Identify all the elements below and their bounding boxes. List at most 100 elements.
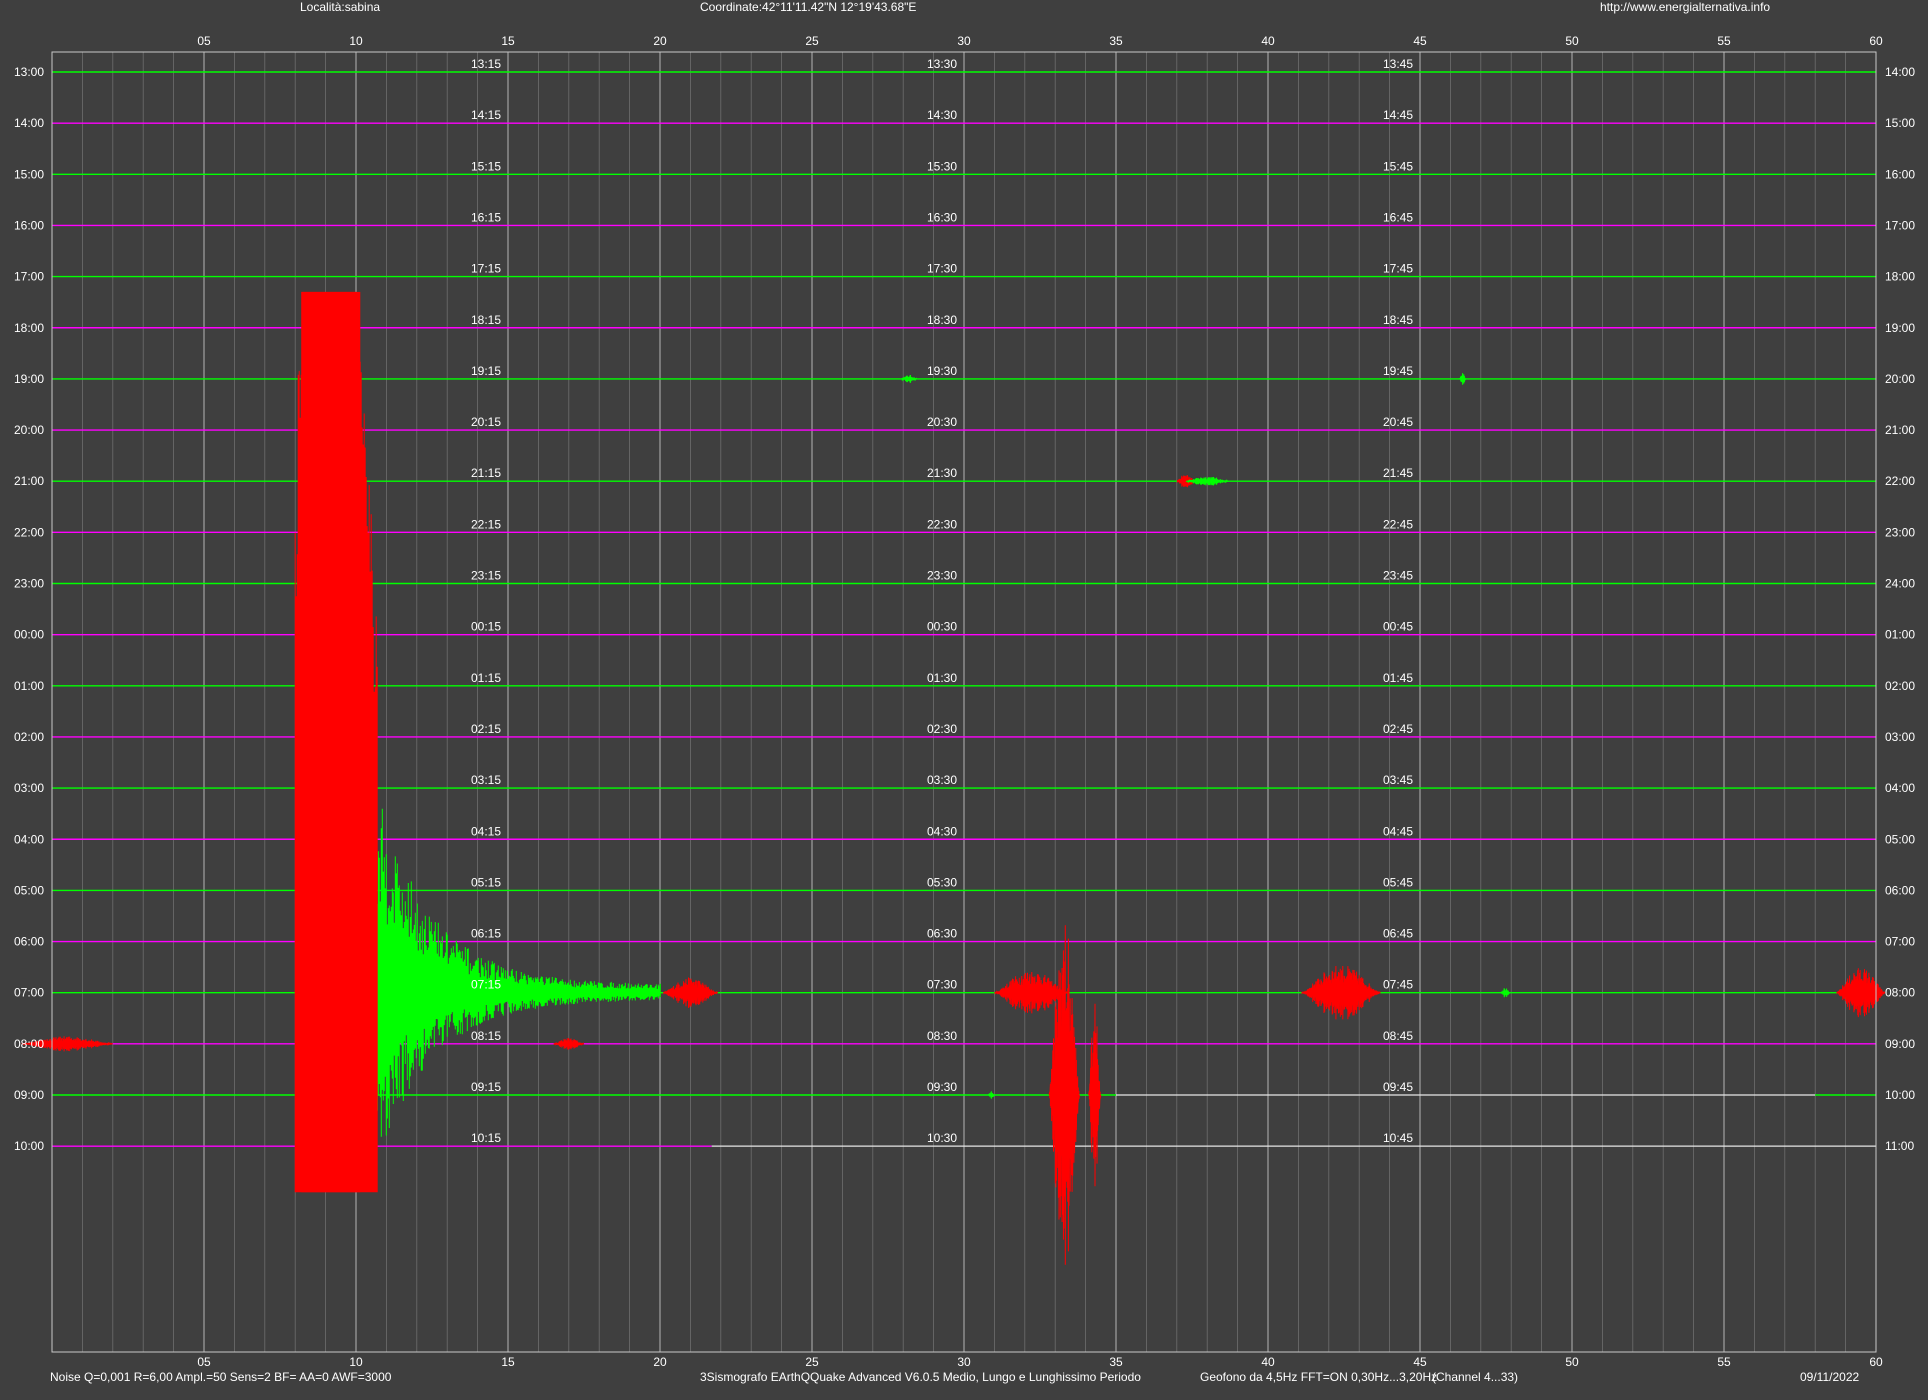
- x-tick-label-top: 40: [1261, 34, 1275, 48]
- quarter-label: 18:45: [1383, 313, 1413, 327]
- quarter-label: 22:45: [1383, 517, 1413, 531]
- x-tick-label-top: 10: [349, 34, 363, 48]
- quarter-label: 21:45: [1383, 466, 1413, 480]
- hour-label-right: 06:00: [1885, 883, 1915, 897]
- x-tick-label-bottom: 60: [1869, 1355, 1883, 1369]
- settings-label: Noise Q=0,001 R=6,00 Ampl.=50 Sens=2 BF=…: [50, 1370, 392, 1384]
- x-tick-label-top: 45: [1413, 34, 1427, 48]
- hour-label-left: 00:00: [14, 628, 44, 642]
- x-tick-label-bottom: 05: [197, 1355, 211, 1369]
- quarter-label: 15:15: [471, 159, 501, 173]
- quarter-label: 08:15: [471, 1029, 501, 1043]
- x-tick-label-top: 20: [653, 34, 667, 48]
- sensor-label: Geofono da 4,5Hz FFT=ON 0,30Hz...3,20Hz: [1200, 1370, 1437, 1384]
- quarter-label: 09:30: [927, 1080, 957, 1094]
- quarter-label: 00:15: [471, 620, 501, 634]
- hour-label-right: 19:00: [1885, 321, 1915, 335]
- x-tick-label-bottom: 55: [1717, 1355, 1731, 1369]
- quarter-label: 03:30: [927, 773, 957, 787]
- hour-label-right: 08:00: [1885, 986, 1915, 1000]
- date-label: 09/11/2022: [1800, 1370, 1859, 1384]
- quarter-label: 20:30: [927, 415, 957, 429]
- quarter-label: 13:30: [927, 57, 957, 71]
- quarter-label: 14:45: [1383, 108, 1413, 122]
- quarter-label: 15:30: [927, 159, 957, 173]
- hour-label-right: 01:00: [1885, 628, 1915, 642]
- hour-label-right: 20:00: [1885, 372, 1915, 386]
- quarter-label: 19:45: [1383, 364, 1413, 378]
- quarter-label: 13:45: [1383, 57, 1413, 71]
- x-tick-label-top: 05: [197, 34, 211, 48]
- quarter-label: 05:15: [471, 875, 501, 889]
- hour-label-left: 10:00: [14, 1139, 44, 1153]
- x-tick-label-bottom: 40: [1261, 1355, 1275, 1369]
- quarter-label: 13:15: [471, 57, 501, 71]
- x-tick-label-top: 50: [1565, 34, 1579, 48]
- quarter-label: 09:15: [471, 1080, 501, 1094]
- quarter-label: 22:30: [927, 517, 957, 531]
- hour-label-left: 21:00: [14, 474, 44, 488]
- hour-label-left: 22:00: [14, 525, 44, 539]
- quarter-label: 10:15: [471, 1131, 501, 1145]
- quarter-label: 18:30: [927, 313, 957, 327]
- quarter-label: 03:15: [471, 773, 501, 787]
- hour-label-right: 23:00: [1885, 525, 1915, 539]
- hour-label-right: 05:00: [1885, 832, 1915, 846]
- hour-label-left: 09:00: [14, 1088, 44, 1102]
- quarter-label: 02:30: [927, 722, 957, 736]
- quarter-label: 09:45: [1383, 1080, 1413, 1094]
- software-label: 3Sismografo EArthQQuake Advanced V6.0.5 …: [700, 1370, 1141, 1384]
- hour-label-left: 06:00: [14, 935, 44, 949]
- quarter-label: 10:30: [927, 1131, 957, 1145]
- quarter-label: 01:30: [927, 671, 957, 685]
- hour-label-left: 05:00: [14, 883, 44, 897]
- hour-label-right: 14:00: [1885, 65, 1915, 79]
- hour-label-left: 02:00: [14, 730, 44, 744]
- quarter-label: 21:30: [927, 466, 957, 480]
- quarter-label: 18:15: [471, 313, 501, 327]
- hour-label-right: 22:00: [1885, 474, 1915, 488]
- quarter-label: 20:15: [471, 415, 501, 429]
- hour-label-left: 01:00: [14, 679, 44, 693]
- x-tick-label-top: 60: [1869, 34, 1883, 48]
- hour-label-left: 23:00: [14, 577, 44, 591]
- hour-label-right: 02:00: [1885, 679, 1915, 693]
- hour-label-left: 13:00: [14, 65, 44, 79]
- quarter-label: 22:15: [471, 517, 501, 531]
- hour-label-right: 18:00: [1885, 270, 1915, 284]
- quarter-label: 10:45: [1383, 1131, 1413, 1145]
- quarter-label: 02:15: [471, 722, 501, 736]
- x-tick-label-top: 25: [805, 34, 819, 48]
- quarter-label: 14:30: [927, 108, 957, 122]
- quarter-label: 23:15: [471, 569, 501, 583]
- hour-label-left: 20:00: [14, 423, 44, 437]
- quarter-label: 14:15: [471, 108, 501, 122]
- quarter-label: 01:45: [1383, 671, 1413, 685]
- quarter-label: 20:45: [1383, 415, 1413, 429]
- hour-label-right: 21:00: [1885, 423, 1915, 437]
- x-tick-label-top: 35: [1109, 34, 1123, 48]
- hour-label-right: 03:00: [1885, 730, 1915, 744]
- quarter-label: 02:45: [1383, 722, 1413, 736]
- x-tick-label-bottom: 30: [957, 1355, 971, 1369]
- quarter-label: 16:45: [1383, 210, 1413, 224]
- quarter-label: 19:15: [471, 364, 501, 378]
- quarter-label: 00:30: [927, 620, 957, 634]
- channel-label: (Channel 4...33): [1432, 1370, 1518, 1384]
- x-tick-label-bottom: 25: [805, 1355, 819, 1369]
- hour-label-right: 11:00: [1885, 1139, 1914, 1153]
- location-label: Località:sabina: [300, 0, 380, 14]
- website-link[interactable]: http://www.energialternativa.info: [1600, 0, 1770, 14]
- seismogram-chart: Località:sabina Coordinate:42°11'11.42"N…: [0, 0, 1928, 1400]
- hour-label-left: 15:00: [14, 167, 44, 181]
- quarter-label: 17:45: [1383, 262, 1413, 276]
- quarter-label: 01:15: [471, 671, 501, 685]
- x-tick-label-top: 15: [501, 34, 515, 48]
- x-tick-label-top: 55: [1717, 34, 1731, 48]
- hour-label-right: 15:00: [1885, 116, 1915, 130]
- quarter-label: 07:15: [471, 978, 501, 992]
- hour-label-right: 24:00: [1885, 577, 1915, 591]
- hour-label-right: 07:00: [1885, 935, 1915, 949]
- quarter-label: 05:45: [1383, 875, 1413, 889]
- quarter-label: 07:45: [1383, 978, 1413, 992]
